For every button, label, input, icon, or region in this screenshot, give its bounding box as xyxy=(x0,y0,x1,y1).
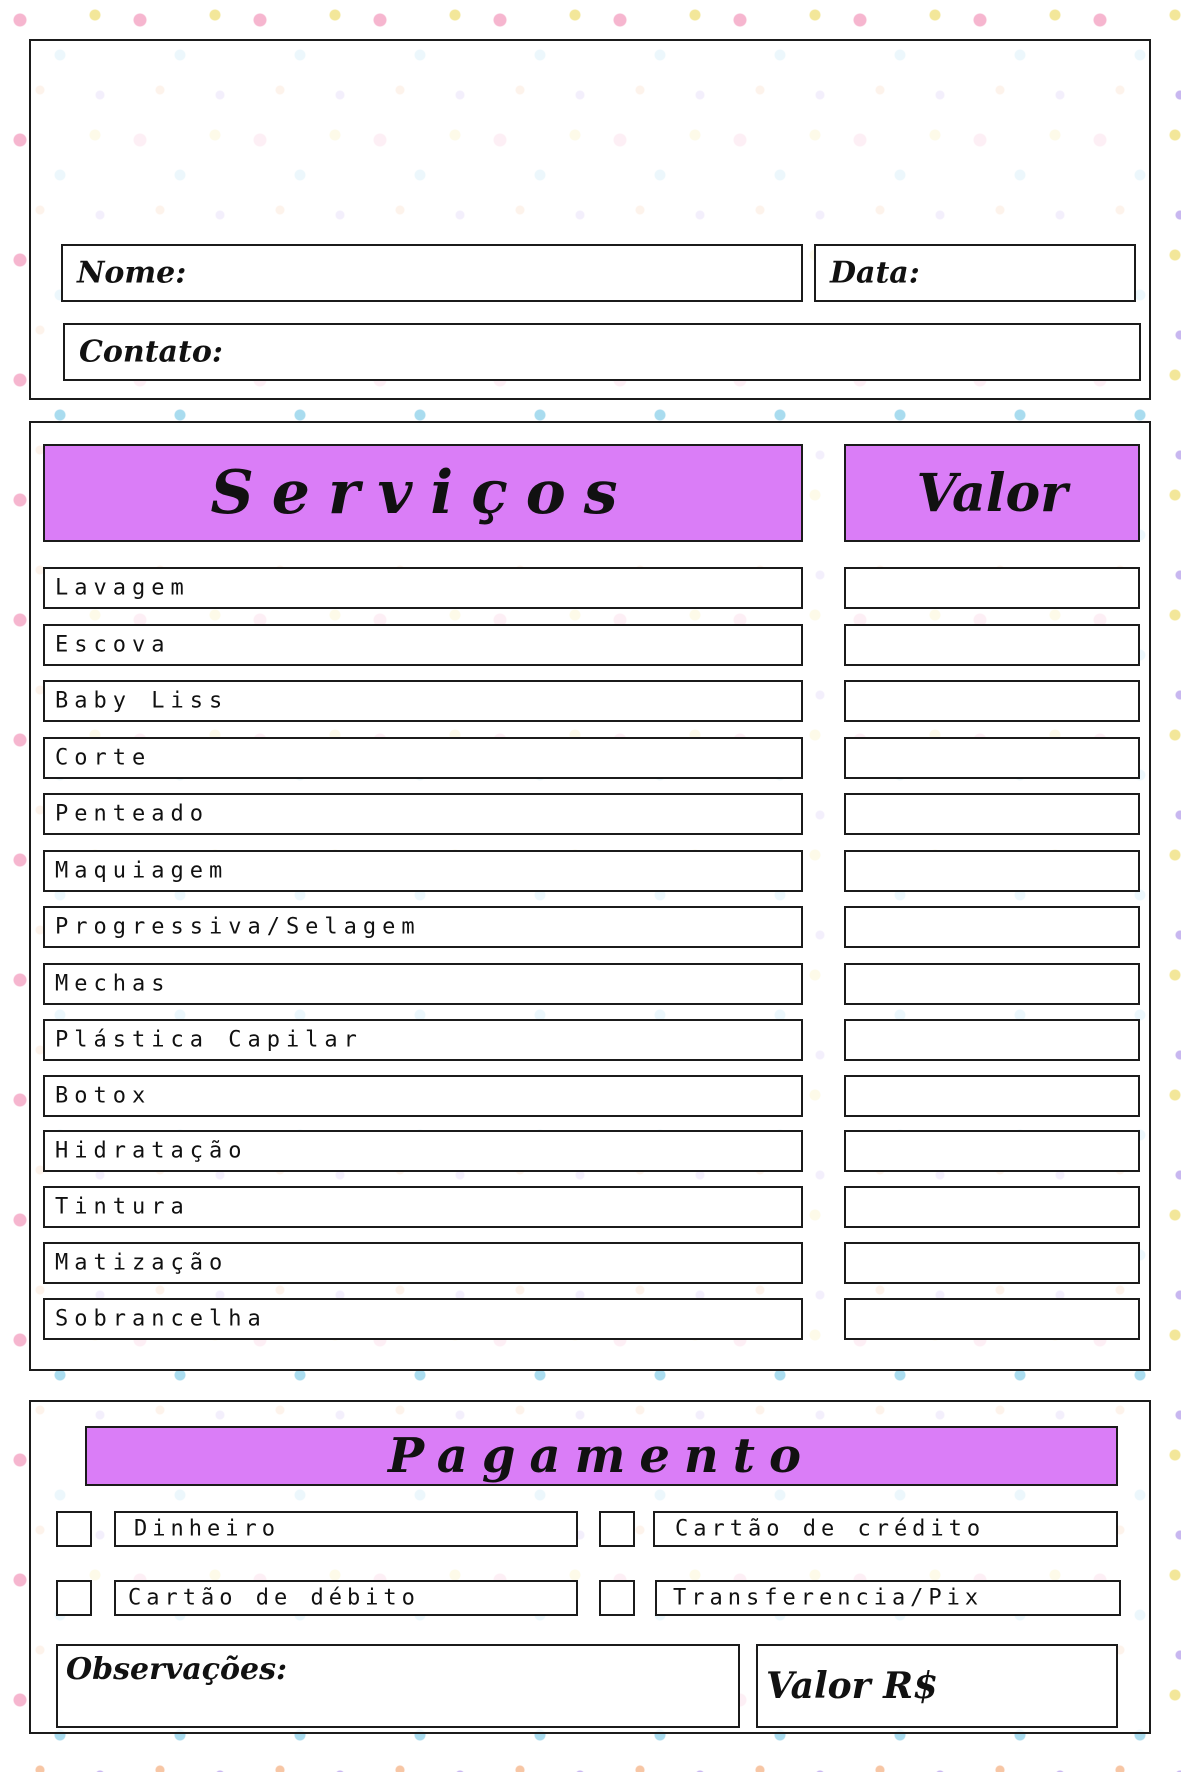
date-field[interactable]: Data: xyxy=(814,244,1136,302)
debit-card-option-label: Cartão de débito xyxy=(128,1585,420,1611)
date-label: Data: xyxy=(830,255,920,291)
service-row: Baby Liss xyxy=(43,680,803,722)
service-row: Escova xyxy=(43,624,803,666)
cash-option-label: Dinheiro xyxy=(134,1516,280,1542)
service-label: Maquiagem xyxy=(55,858,229,884)
service-label: Corte xyxy=(55,745,152,771)
payment-title: Pagamento xyxy=(388,1428,815,1484)
service-label: Plástica Capilar xyxy=(55,1027,363,1053)
service-value-field[interactable] xyxy=(844,850,1140,892)
service-value-field[interactable] xyxy=(844,567,1140,609)
name-field[interactable]: Nome: xyxy=(61,244,803,302)
payment-panel: Pagamento Dinheiro Cartão de crédito Car… xyxy=(29,1400,1151,1734)
service-value-field[interactable] xyxy=(844,624,1140,666)
service-row: Maquiagem xyxy=(43,850,803,892)
service-row: Matização xyxy=(43,1242,803,1284)
service-row: Corte xyxy=(43,737,803,779)
transfer-pix-option-label: Transferencia/Pix xyxy=(673,1585,984,1611)
name-label: Nome: xyxy=(77,255,187,291)
total-value-label: Valor R$ xyxy=(766,1665,939,1707)
service-value-field[interactable] xyxy=(844,793,1140,835)
service-value-field[interactable] xyxy=(844,906,1140,948)
services-title: Serviços xyxy=(210,458,636,528)
services-header: Serviços xyxy=(43,444,803,542)
service-row: Progressiva/Selagem xyxy=(43,906,803,948)
debit-card-checkbox[interactable] xyxy=(56,1580,92,1616)
service-value-field[interactable] xyxy=(844,680,1140,722)
client-info-panel: Nome: Data: Contato: xyxy=(29,39,1151,400)
cash-option: Dinheiro xyxy=(114,1511,578,1547)
service-row: Botox xyxy=(43,1075,803,1117)
transfer-pix-checkbox[interactable] xyxy=(599,1580,635,1616)
service-row: Tintura xyxy=(43,1186,803,1228)
service-value-field[interactable] xyxy=(844,1186,1140,1228)
credit-card-checkbox[interactable] xyxy=(599,1511,635,1547)
service-value-field[interactable] xyxy=(844,737,1140,779)
transfer-pix-option: Transferencia/Pix xyxy=(655,1580,1121,1616)
service-value-field[interactable] xyxy=(844,1130,1140,1172)
value-title: Valor xyxy=(916,462,1068,524)
service-label: Lavagem xyxy=(55,575,190,601)
service-label: Mechas xyxy=(55,971,171,997)
service-row: Lavagem xyxy=(43,567,803,609)
service-value-field[interactable] xyxy=(844,1019,1140,1061)
service-label: Tintura xyxy=(55,1194,190,1220)
notes-label: Observações: xyxy=(66,1652,288,1687)
service-row: Penteado xyxy=(43,793,803,835)
service-value-field[interactable] xyxy=(844,963,1140,1005)
credit-card-option-label: Cartão de crédito xyxy=(675,1516,986,1542)
total-value-field[interactable]: Valor R$ xyxy=(756,1644,1118,1728)
payment-header: Pagamento xyxy=(85,1426,1118,1486)
service-label: Penteado xyxy=(55,801,209,827)
service-label: Baby Liss xyxy=(55,688,229,714)
service-row: Hidratação xyxy=(43,1130,803,1172)
service-row: Sobrancelha xyxy=(43,1298,803,1340)
service-row: Plástica Capilar xyxy=(43,1019,803,1061)
services-panel: Serviços Valor Lavagem Escova Baby Liss Cor… xyxy=(29,421,1151,1371)
service-value-field[interactable] xyxy=(844,1075,1140,1117)
service-label: Sobrancelha xyxy=(55,1306,267,1332)
service-value-field[interactable] xyxy=(844,1242,1140,1284)
service-label: Matização xyxy=(55,1250,229,1276)
contact-label: Contato: xyxy=(79,334,223,370)
cash-checkbox[interactable] xyxy=(56,1511,92,1547)
service-label: Botox xyxy=(55,1083,152,1109)
value-header: Valor xyxy=(844,444,1140,542)
debit-card-option: Cartão de débito xyxy=(114,1580,578,1616)
service-row: Mechas xyxy=(43,963,803,1005)
service-label: Hidratação xyxy=(55,1138,248,1164)
service-value-field[interactable] xyxy=(844,1298,1140,1340)
credit-card-option: Cartão de crédito xyxy=(653,1511,1118,1547)
service-label: Progressiva/Selagem xyxy=(55,914,421,940)
notes-field[interactable]: Observações: xyxy=(56,1644,740,1728)
contact-field[interactable]: Contato: xyxy=(63,323,1141,381)
service-label: Escova xyxy=(55,632,171,658)
